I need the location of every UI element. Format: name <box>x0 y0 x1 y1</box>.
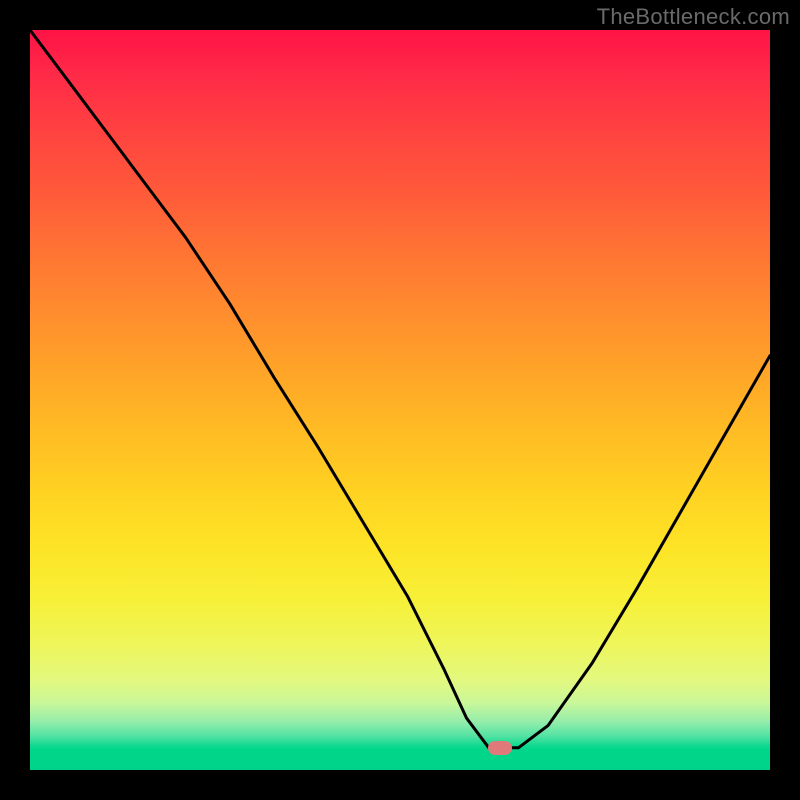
bottleneck-curve-path <box>30 30 770 748</box>
bottleneck-marker <box>488 741 512 755</box>
plot-area <box>30 30 770 770</box>
chart-frame: TheBottleneck.com <box>0 0 800 800</box>
watermark-label: TheBottleneck.com <box>597 4 790 30</box>
curve-svg <box>30 30 770 770</box>
